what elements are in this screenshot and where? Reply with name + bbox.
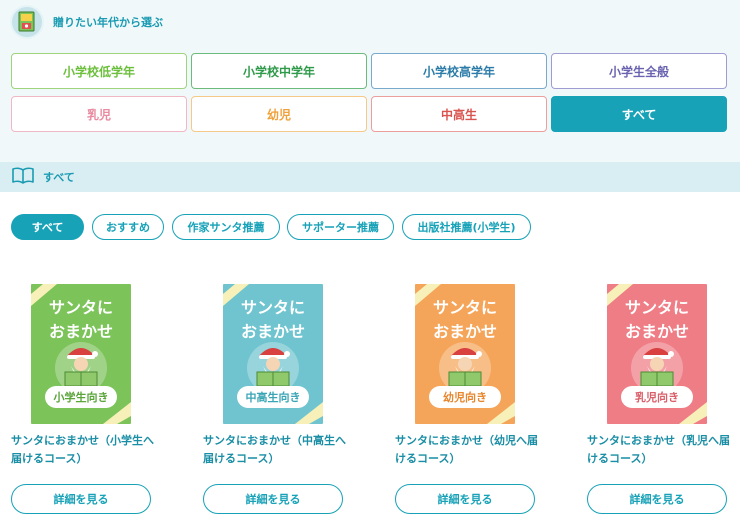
cover-age-badge: 幼児向き — [429, 386, 501, 408]
product-cover-image[interactable]: サンタに おまかせ 中高生向き — [223, 284, 323, 424]
filter-supporter[interactable]: サポーター推薦 — [287, 214, 394, 240]
cover-title-line: おまかせ — [624, 322, 689, 341]
book-gift-icon — [10, 5, 44, 39]
section-header: すべて — [0, 162, 740, 192]
product-cover-image[interactable]: サンタに おまかせ 乳児向き — [607, 284, 707, 424]
age-button-all-elementary[interactable]: 小学生全般 — [551, 53, 727, 89]
age-button-lower-elementary[interactable]: 小学校低学年 — [11, 53, 187, 89]
filter-author-santa[interactable]: 作家サンタ推薦 — [172, 214, 280, 240]
product-title-link[interactable]: サンタにおまかせ（乳児へ届けるコース） — [587, 432, 733, 468]
age-selector-header: 贈りたい年代から選ぶ — [10, 5, 163, 39]
cover-title-line: おまかせ — [432, 322, 497, 341]
section-title: すべて — [43, 171, 75, 184]
details-button[interactable]: 詳細を見る — [395, 484, 535, 514]
details-button[interactable]: 詳細を見る — [11, 484, 151, 514]
age-selector-title: 贈りたい年代から選ぶ — [53, 16, 163, 29]
age-button-infant[interactable]: 乳児 — [11, 96, 187, 132]
filter-recommended[interactable]: おすすめ — [92, 214, 164, 240]
age-selector-panel: 贈りたい年代から選ぶ 小学校低学年 小学校中学年 小学校高学年 小学生全般 乳児… — [0, 0, 740, 162]
cover-title-line: サンタに — [240, 298, 305, 317]
open-book-icon — [11, 166, 35, 188]
filter-publisher[interactable]: 出版社推薦(小学生) — [402, 214, 531, 240]
cover-title-line: おまかせ — [48, 322, 113, 341]
cover-title-line: サンタに — [48, 298, 113, 317]
product-cover-image[interactable]: サンタに おまかせ 小学生向き — [31, 284, 131, 424]
cover-title-line: サンタに — [624, 298, 689, 317]
product-title-link[interactable]: サンタにおまかせ（幼児へ届けるコース） — [395, 432, 541, 468]
product-title-link[interactable]: サンタにおまかせ（中高生へ届けるコース） — [203, 432, 349, 468]
age-button-middle-elementary[interactable]: 小学校中学年 — [191, 53, 367, 89]
age-button-toddler[interactable]: 幼児 — [191, 96, 367, 132]
cover-title-line: おまかせ — [240, 322, 305, 341]
product-cover-image[interactable]: サンタに おまかせ 幼児向き — [415, 284, 515, 424]
details-button[interactable]: 詳細を見る — [203, 484, 343, 514]
age-button-all[interactable]: すべて — [551, 96, 727, 132]
age-button-upper-elementary[interactable]: 小学校高学年 — [371, 53, 547, 89]
product-title-link[interactable]: サンタにおまかせ（小学生へ届けるコース） — [11, 432, 157, 468]
cover-age-badge: 中高生向き — [237, 386, 309, 408]
cover-age-badge: 乳児向き — [621, 386, 693, 408]
cover-age-badge: 小学生向き — [45, 386, 117, 408]
age-button-teen[interactable]: 中高生 — [371, 96, 547, 132]
filter-all[interactable]: すべて — [11, 214, 84, 240]
cover-title-line: サンタに — [432, 298, 497, 317]
details-button[interactable]: 詳細を見る — [587, 484, 727, 514]
